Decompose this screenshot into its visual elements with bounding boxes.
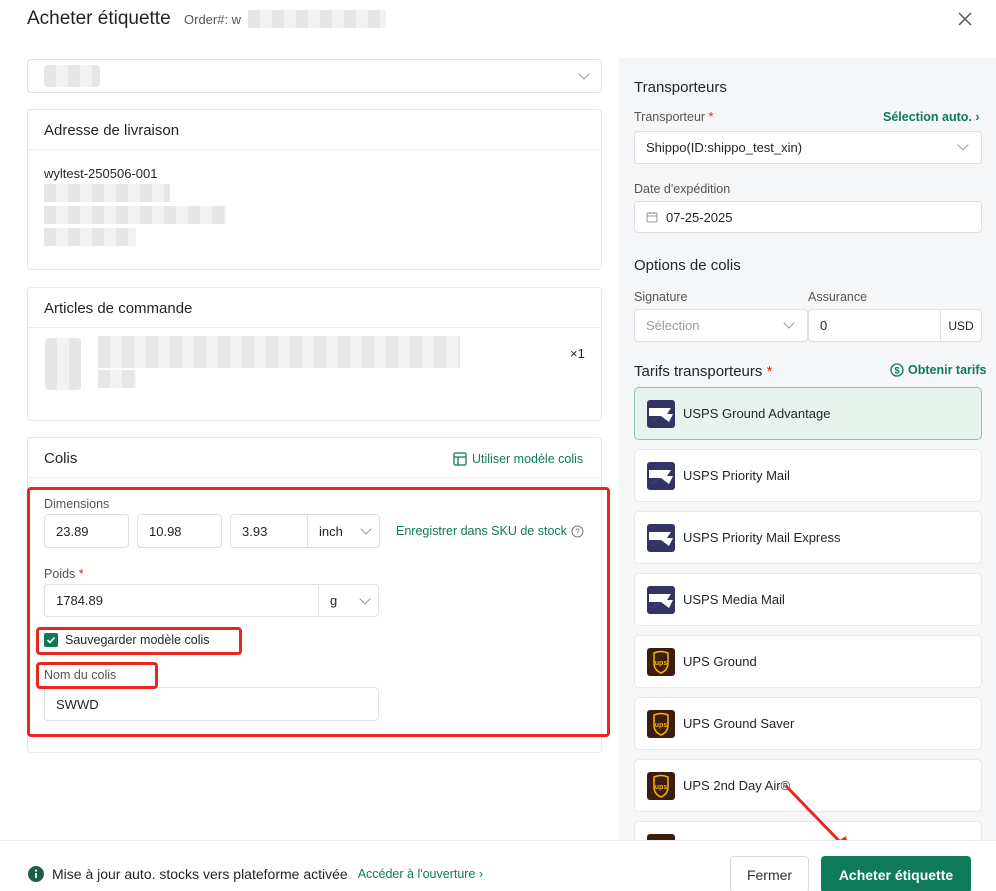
rate-option[interactable]: ups UPS Ground Saver <box>634 697 982 750</box>
template-icon <box>453 452 467 466</box>
usps-logo-icon <box>647 462 675 490</box>
ship-date-label: Date d'expédition <box>634 182 731 196</box>
carrier-value: Shippo(ID:shippo_test_xin) <box>646 140 803 155</box>
usps-logo-icon <box>647 524 675 552</box>
ups-logo-icon: ups <box>647 710 675 738</box>
usps-logo-icon <box>647 400 675 428</box>
annotation-highlight-box <box>36 662 158 689</box>
insurance-currency: USD <box>940 309 982 342</box>
insurance-input[interactable]: 0 <box>808 309 941 342</box>
order-items-card: Articles de commande ×1 <box>27 287 602 421</box>
rate-name: USPS Ground Advantage <box>683 406 831 421</box>
address-line-1: wyltest-250506-001 <box>44 166 158 181</box>
info-icon <box>28 866 44 882</box>
chevron-down-icon <box>783 317 795 329</box>
rates-title: Tarifs transporteurs * <box>634 363 773 380</box>
signature-select[interactable]: Sélection <box>634 309 808 342</box>
dollar-circle-icon: $ <box>890 363 904 377</box>
get-rates-label: Obtenir tarifs <box>908 363 987 377</box>
rate-name: USPS Priority Mail <box>683 468 790 483</box>
product-sku-redacted <box>98 370 136 388</box>
rate-name: USPS Media Mail <box>683 592 785 607</box>
close-icon[interactable] <box>955 9 975 29</box>
store-select[interactable] <box>27 59 602 93</box>
rate-name: UPS 2nd Day Air® <box>683 778 791 793</box>
auto-select-link[interactable]: Sélection auto. › <box>883 110 980 124</box>
rate-name: USPS Priority Mail Express <box>683 530 841 545</box>
auto-stock-notice: Mise à jour auto. stocks vers plateforme… <box>52 866 348 882</box>
annotation-highlight-box <box>36 627 242 655</box>
get-rates-link[interactable]: $ Obtenir tarifs <box>890 363 987 377</box>
package-options-title: Options de colis <box>634 257 741 274</box>
shipping-address-card: Adresse de livraison wyltest-250506-001 <box>27 109 602 270</box>
address-redacted <box>44 184 170 202</box>
signature-label: Signature <box>634 290 688 304</box>
ship-date-value: 07-25-2025 <box>666 209 733 225</box>
close-button[interactable]: Fermer <box>730 856 809 891</box>
calendar-icon <box>646 212 658 223</box>
svg-text:ups: ups <box>655 660 668 667</box>
rate-option[interactable]: USPS Ground Advantage <box>634 387 982 440</box>
item-quantity: ×1 <box>570 346 585 361</box>
use-template-link[interactable]: Utiliser modèle colis <box>453 452 583 466</box>
annotation-highlight-box <box>27 487 610 737</box>
svg-text:$: $ <box>894 366 899 376</box>
ship-date-input[interactable]: 07-25-2025 <box>634 201 982 233</box>
rate-option[interactable]: USPS Media Mail <box>634 573 982 626</box>
dialog-footer: Mise à jour auto. stocks vers plateforme… <box>0 840 996 891</box>
svg-text:ups: ups <box>655 722 668 729</box>
insurance-label: Assurance <box>808 290 868 304</box>
rate-option[interactable]: ups UPS Ground <box>634 635 982 688</box>
shipping-address-title: Adresse de livraison <box>28 110 601 150</box>
order-items-title: Articles de commande <box>28 288 601 328</box>
use-template-label: Utiliser modèle colis <box>472 452 584 466</box>
product-image-redacted <box>45 338 81 390</box>
notice-row: Mise à jour auto. stocks vers plateforme… <box>28 866 483 882</box>
carrier-select[interactable]: Shippo(ID:shippo_test_xin) <box>634 131 982 164</box>
rate-name: UPS Ground Saver <box>683 716 795 731</box>
order-number-label: Order#: w <box>184 12 242 27</box>
product-name-redacted <box>98 336 460 368</box>
ups-logo-icon: ups <box>647 772 675 800</box>
rate-option[interactable]: USPS Priority Mail <box>634 449 982 502</box>
dialog-title: Acheter étiquette <box>27 8 171 29</box>
carrier-label: Transporteur * <box>634 110 714 124</box>
order-number-redacted <box>248 10 386 28</box>
ups-logo-icon: ups <box>647 648 675 676</box>
svg-text:ups: ups <box>655 784 668 791</box>
store-name-redacted <box>44 65 100 87</box>
open-settings-link[interactable]: Accéder à l'ouverture › <box>358 867 483 881</box>
dialog-header: Acheter étiquette Order#: w <box>0 0 996 40</box>
rate-option[interactable]: USPS Priority Mail Express <box>634 511 982 564</box>
rate-name: UPS Ground <box>683 654 757 669</box>
usps-logo-icon <box>647 586 675 614</box>
carriers-title: Transporteurs <box>634 79 727 96</box>
address-redacted <box>44 228 136 246</box>
chevron-down-icon <box>578 68 590 80</box>
signature-placeholder: Sélection <box>646 318 700 333</box>
address-redacted <box>44 206 226 224</box>
chevron-down-icon <box>957 139 969 151</box>
buy-label-button[interactable]: Acheter étiquette <box>821 856 971 891</box>
